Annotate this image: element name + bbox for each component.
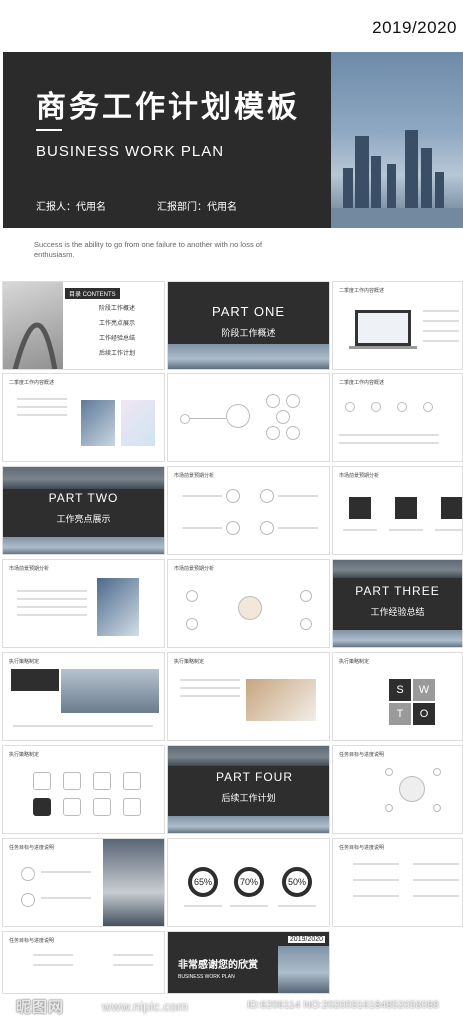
contents-label: 目录 CONTENTS <box>65 288 120 299</box>
part-three-label: PART THREE <box>355 584 440 598</box>
cover-title: 商务工作计划模板 <box>36 91 300 124</box>
slide-part-one: PART ONE 阶段工作概述 <box>167 281 330 370</box>
slide-header: 执行策略制定 <box>9 752 40 758</box>
slide-header: 执行策略制定 <box>9 659 40 665</box>
slide-header: 市场前景预期分析 <box>339 473 380 479</box>
slide-header: 任务目标与进度说明 <box>9 938 55 944</box>
slide-header: 二季度工作内容概述 <box>339 288 385 294</box>
part-two-label: PART TWO <box>48 491 119 505</box>
slide-thanks: 2019/2020 非常感谢您的欣赏 BUSINESS WORK PLAN <box>167 931 330 994</box>
slide-percents: 65% 70% 50% <box>167 838 330 927</box>
thanks-year: 2019/2020 <box>287 936 325 943</box>
slide-plan-1: 执行策略制定 <box>2 652 165 741</box>
arch-icon <box>12 322 58 369</box>
contents-list: 阶段工作概述 工作亮点展示 工作经验总结 后续工作计划 <box>99 302 135 362</box>
watermark-id: ID:6206114 NO:20200316184852058088 <box>247 999 439 1011</box>
slide-goal-1: 任务目标与进度说明 <box>332 745 463 834</box>
laptop-icon <box>355 310 411 346</box>
part-four-title: 后续工作计划 <box>221 793 276 803</box>
slide-plan-2: 执行策略制定 <box>167 652 330 741</box>
swot-w: W <box>413 679 435 701</box>
thanks-subtitle: BUSINESS WORK PLAN <box>178 974 235 980</box>
slide-highlight-3: 市场前景预期分析 <box>2 559 165 648</box>
slide-header: 执行策略制定 <box>174 659 205 665</box>
slide-overview-2: 二季度工作内容概述 <box>332 373 463 462</box>
part-three-title: 工作经验总结 <box>370 607 425 617</box>
slide-header: 任务目标与进度说明 <box>339 752 385 758</box>
slide-header: 市场前景预期分析 <box>174 473 215 479</box>
slide-part-three: PART THREE 工作经验总结 <box>332 559 463 648</box>
cover-quote: Success is the ability to go from one fa… <box>34 240 263 259</box>
swot-o: O <box>413 703 435 725</box>
percent-ring: 50% <box>282 867 312 897</box>
cover-slide: 2019/2020 商务工作计划模板 BUSINESS WORK PLAN 汇报… <box>0 0 463 280</box>
slide-header: 市场前景预期分析 <box>9 566 50 572</box>
slide-overview-laptop: 二季度工作内容概述 <box>332 281 463 370</box>
slide-goal-3: 任务目标与进度说明 <box>332 838 463 927</box>
slide-goal-4: 任务目标与进度说明 <box>2 931 165 994</box>
contents-item[interactable]: 阶段工作概述 <box>99 302 135 317</box>
watermark-url: www.nipic.com <box>102 999 188 1014</box>
cover-subtitle: BUSINESS WORK PLAN <box>36 143 225 160</box>
slide-swot: 执行策略制定 S W T O <box>332 652 463 741</box>
contents-item[interactable]: 后续工作计划 <box>99 347 135 362</box>
cover-city-photo <box>331 52 463 228</box>
part-two-title: 工作亮点展示 <box>56 514 111 524</box>
slide-part-four: PART FOUR 后续工作计划 <box>167 745 330 834</box>
slide-header: 二季度工作内容概述 <box>339 380 385 386</box>
slide-highlight-2: 市场前景预期分析 <box>332 466 463 555</box>
contents-item[interactable]: 工作亮点展示 <box>99 317 135 332</box>
cover-year: 2019/2020 <box>372 18 457 37</box>
slide-part-two: PART TWO 工作亮点展示 <box>2 466 165 555</box>
watermark-logo: 昵图网 <box>16 999 65 1016</box>
swot-s: S <box>389 679 411 701</box>
part-one-title: 阶段工作概述 <box>221 328 276 338</box>
cover-rule <box>36 129 62 131</box>
percent-ring: 65% <box>188 867 218 897</box>
slide-plan-icons: 执行策略制定 <box>2 745 165 834</box>
thanks-title: 非常感谢您的欣赏 <box>178 960 258 971</box>
slide-header: 任务目标与进度说明 <box>339 845 385 851</box>
part-one-label: PART ONE <box>211 304 286 319</box>
slide-goal-2: 任务目标与进度说明 <box>2 838 165 927</box>
swot-t: T <box>389 703 411 725</box>
cover-department: 汇报部门：代用名 <box>157 202 237 213</box>
slide-overview-1: 二季度工作内容概述 <box>2 373 165 462</box>
slide-hexagons <box>167 373 330 462</box>
part-four-label: PART FOUR <box>216 770 294 784</box>
slide-header: 二季度工作内容概述 <box>9 380 55 386</box>
slide-highlight-1: 市场前景预期分析 <box>167 466 330 555</box>
slide-header: 市场前景预期分析 <box>174 566 215 572</box>
slide-highlight-4: 市场前景预期分析 <box>167 559 330 648</box>
cover-reporter: 汇报人：代用名 <box>36 202 106 213</box>
slide-contents: 目录 CONTENTS 阶段工作概述 工作亮点展示 工作经验总结 后续工作计划 <box>2 281 165 370</box>
percent-ring: 70% <box>234 867 264 897</box>
slide-header: 执行策略制定 <box>339 659 370 665</box>
slide-header: 任务目标与进度说明 <box>9 845 55 851</box>
contents-item[interactable]: 工作经验总结 <box>99 332 135 347</box>
